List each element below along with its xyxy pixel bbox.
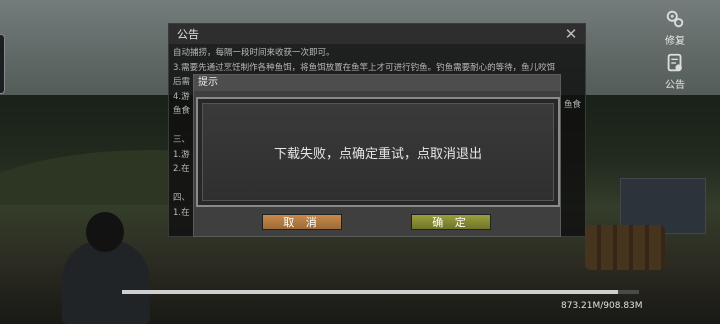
download-progress-bar xyxy=(122,290,639,294)
notice-title: 公告 xyxy=(177,28,199,41)
notice-right-fragment: 鱼食 xyxy=(563,100,581,110)
dialog-title: 提示 xyxy=(194,75,560,91)
download-progress-fill xyxy=(122,290,619,294)
dialog-message-box: 下载失败，点确定重试，点取消退出 xyxy=(196,97,560,207)
notice-label: 公告 xyxy=(665,80,685,91)
download-size-text: 873.21M/908.83M xyxy=(561,301,643,311)
document-icon xyxy=(667,53,682,72)
dialog-message: 下载失败，点确定重试，点取消退出 xyxy=(202,103,554,201)
left-edge-tab[interactable] xyxy=(0,34,5,94)
cancel-button[interactable]: 取 消 xyxy=(262,214,342,230)
gear-icon xyxy=(666,10,684,28)
notice-header: 公告 xyxy=(169,24,585,44)
prompt-dialog: 提示 下载失败，点确定重试，点取消退出 取 消 确 定 xyxy=(193,74,561,237)
ok-button[interactable]: 确 定 xyxy=(411,214,491,230)
notice-button[interactable]: 公告 xyxy=(657,52,693,91)
notice-line: 3.需要先通过烹饪制作各种鱼饵，将鱼饵放置在鱼竿上才可进行钓鱼。钓鱼需要耐心的等… xyxy=(173,62,556,73)
repair-button[interactable]: 修复 xyxy=(657,8,693,47)
close-icon[interactable]: ✕ xyxy=(563,26,579,42)
notice-line: 自动捕捞，每隔一段时间来收获一次即可。 xyxy=(173,48,335,58)
repair-label: 修复 xyxy=(665,36,685,47)
